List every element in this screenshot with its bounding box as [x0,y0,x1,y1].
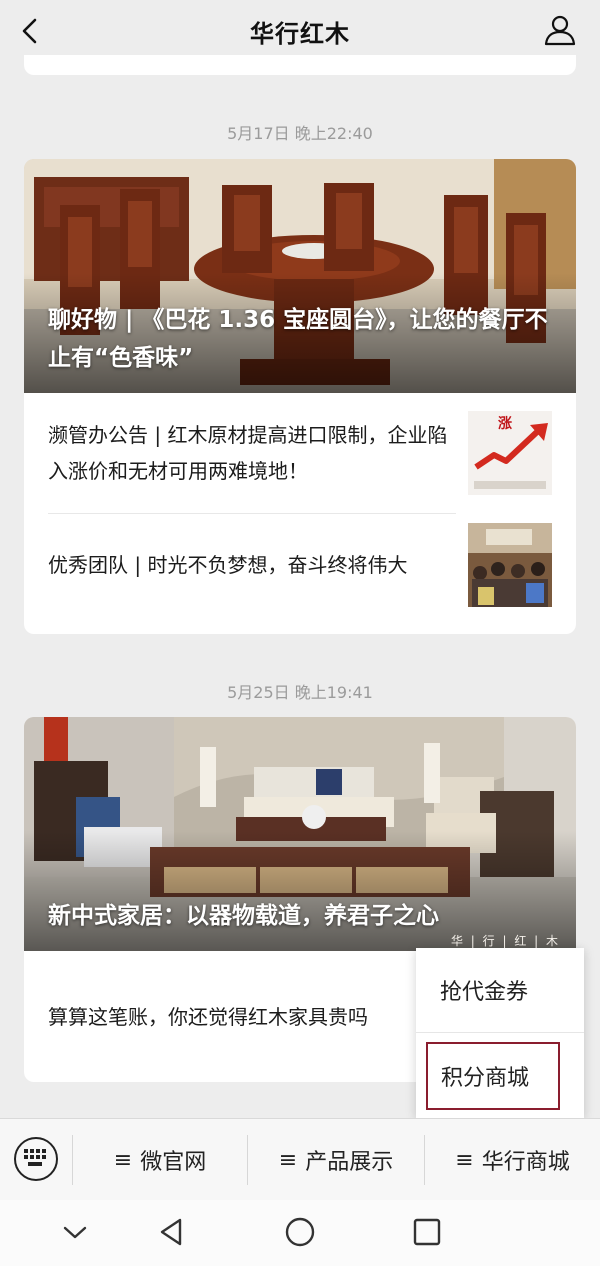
article-title: 算算这笔账，你还觉得红木家具贵吗 [48,1004,368,1029]
page-title: 华行红木 [250,19,350,48]
tab-label: 微官网 [140,1150,207,1175]
article-hero[interactable]: 新中式家居：以器物载道，养君子之心 华 | 行 | 红 | 木 [24,717,576,951]
back-chevron-icon[interactable] [14,14,48,48]
keyboard-icon[interactable] [14,1137,58,1181]
tab-label: 产品展示 [305,1150,394,1175]
back-triangle-icon[interactable] [154,1214,190,1250]
article-list-item[interactable]: 濒管办公告 | 红木原材提高进口限制，企业陷入涨价和无材可用两难境地！ 涨 [24,393,576,513]
tab-label: 华行商城 [481,1150,570,1175]
previous-article-card[interactable] [24,55,576,75]
menu-item-vouchers[interactable]: 抢代金券 [416,950,584,1030]
tab-micro-site[interactable]: ≡ 微官网 [73,1119,247,1201]
brand-watermark: 华 | 行 | 红 | 木 [450,934,560,948]
menu-item-points-mall[interactable]: 积分商城 [426,1042,560,1110]
team-photo-thumbnail [468,523,552,607]
home-circle-icon[interactable] [282,1214,318,1250]
article-title: 濒管办公告 | 红木原材提高进口限制，企业陷入涨价和无材可用两难境地！ [48,423,448,483]
menu-list-icon: ≡ [113,1147,133,1173]
menu-list-icon: ≡ [278,1147,298,1173]
thumb-label: 涨 [498,416,512,432]
recents-square-icon[interactable] [409,1214,445,1250]
article-card: 聊好物 | 《巴花 1.36 宝座圆台》，让您的餐厅不止有“色香味” 濒管办公告… [24,159,576,634]
message-timestamp: 5月17日 晚上22:40 [227,124,373,143]
menu-list-icon: ≡ [455,1147,474,1173]
tab-mall[interactable]: ≡ 华行商城 [425,1119,600,1201]
article-list-item[interactable]: 优秀团队 | 时光不负梦想，奋斗终将伟大 [24,515,576,615]
hero-title: 新中式家居：以器物载道，养君子之心 [48,903,439,929]
submenu-popup: 抢代金券 积分商城 [416,948,584,1118]
system-navigation-bar [0,1200,600,1266]
hero-title: 聊好物 | 《巴花 1.36 宝座圆台》，让您的餐厅不止有“色香味” [48,307,548,371]
official-account-menu-bar: ≡ 微官网 ≡ 产品展示 ≡ 华行商城 [0,1118,600,1200]
article-title: 优秀团队 | 时光不负梦想，奋斗终将伟大 [48,553,408,577]
article-hero[interactable]: 聊好物 | 《巴花 1.36 宝座圆台》，让您的餐厅不止有“色香味” [24,159,576,393]
collapse-chevron-icon[interactable] [57,1214,93,1250]
user-profile-icon[interactable] [542,12,578,48]
price-rise-thumbnail: 涨 [468,411,552,495]
tab-product-showcase[interactable]: ≡ 产品展示 [248,1119,424,1201]
top-nav-bar: 华行红木 [0,0,600,62]
message-timestamp: 5月25日 晚上19:41 [227,683,373,702]
